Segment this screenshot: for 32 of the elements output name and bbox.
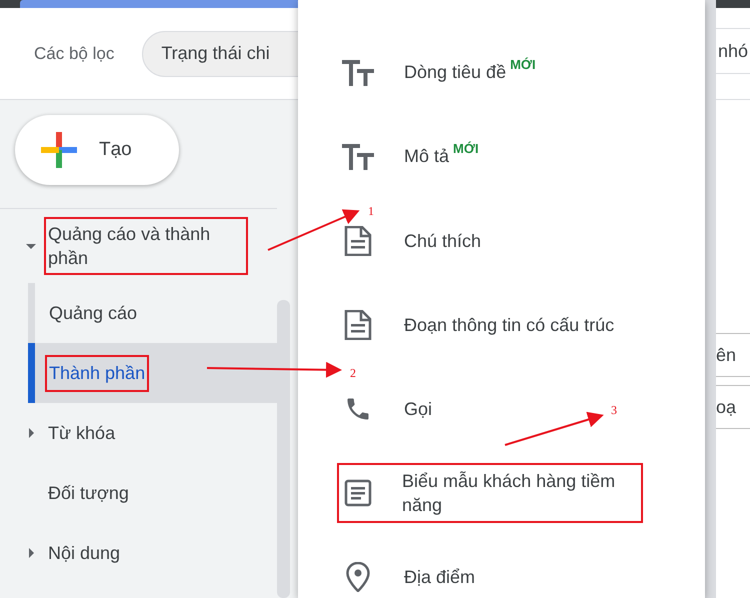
table-cell: oạ — [716, 385, 750, 429]
scrollbar[interactable] — [705, 0, 716, 598]
document-icon — [344, 226, 372, 256]
annotation-number: 1 — [368, 203, 374, 220]
caret-right-icon[interactable] — [26, 428, 36, 438]
form-icon — [344, 479, 372, 507]
nav-item[interactable]: Đối tượng — [0, 463, 277, 523]
plus-icon — [41, 132, 77, 168]
nav-item[interactable]: Quảng cáo — [28, 283, 277, 343]
document-icon — [344, 310, 372, 340]
nav-item[interactable]: Thành phần — [28, 343, 277, 403]
annotation-number: 3 — [611, 402, 617, 419]
text-size-icon — [342, 60, 374, 86]
location-pin-icon — [346, 562, 370, 592]
filters-label: Các bộ lọc — [34, 42, 114, 65]
menu-item[interactable]: Đoạn thông tin có cấu trúc — [402, 307, 620, 343]
text-size-icon — [342, 144, 374, 170]
create-button[interactable]: Tạo — [15, 115, 179, 185]
menu-item[interactable]: Địa điểm — [402, 559, 480, 595]
caret-down-icon[interactable] — [26, 241, 36, 251]
menu-item[interactable]: Chú thích — [402, 223, 486, 259]
nav-item[interactable]: Nội dung — [0, 523, 277, 583]
nav-item[interactable]: Từ khóa — [0, 403, 277, 463]
table-cell: ên — [716, 333, 750, 377]
menu-item[interactable]: Biểu mẫu khách hàng tiềm năng — [337, 463, 643, 523]
annotation-number: 2 — [350, 365, 356, 382]
caret-right-icon[interactable] — [26, 548, 36, 558]
new-tag: MỚI — [453, 141, 479, 156]
menu-item[interactable]: Mô tả $^{MỚI}$ — [402, 138, 484, 176]
scrollbar[interactable] — [277, 300, 290, 598]
new-tag: MỚI — [510, 57, 536, 72]
menu-item[interactable]: Gọi — [402, 391, 438, 427]
